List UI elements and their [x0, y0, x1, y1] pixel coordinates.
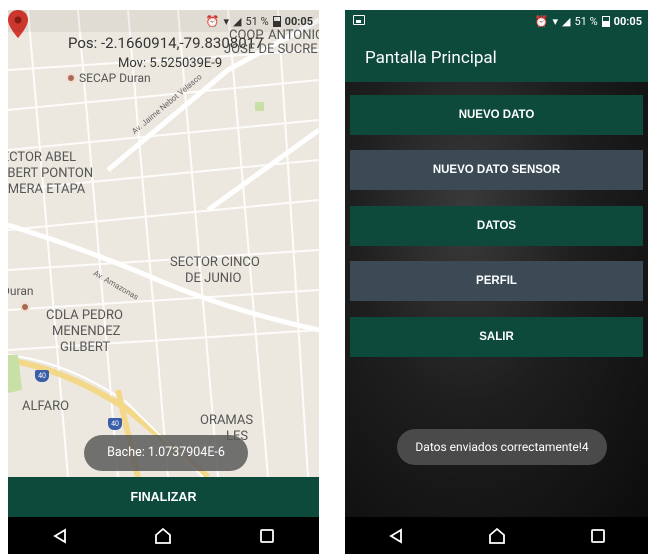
- map-label-sector-abel-1: SECTOR ABEL: [8, 150, 77, 165]
- home-icon[interactable]: [143, 521, 183, 551]
- alarm-icon: ⏰: [534, 14, 549, 28]
- map-label-cdla-3: GILBERT: [60, 340, 111, 355]
- back-icon[interactable]: [376, 521, 416, 551]
- map-label-sector-abel-3: PRIMERA ETAPA: [8, 182, 86, 197]
- battery-percent: 51 %: [245, 14, 269, 28]
- recents-icon[interactable]: [578, 521, 618, 551]
- poi-icon: [66, 73, 76, 83]
- map-label-sector-cinco-1: SECTOR CINCO: [170, 255, 260, 270]
- image-notification-icon: [353, 15, 365, 25]
- app-bar: Pantalla Principal: [345, 32, 648, 82]
- signal-icon: ◢: [233, 14, 242, 28]
- alarm-icon: ⏰: [205, 14, 220, 28]
- wifi-icon: ▾: [552, 14, 559, 28]
- status-bar: ⏰ ▾ ◢ 51 % 00:05: [345, 10, 648, 32]
- status-bar: ⏰ ▾ ◢ 51 % 00:05: [8, 10, 319, 32]
- poi-icon: [20, 302, 30, 312]
- data-button[interactable]: DATOS: [350, 206, 643, 246]
- map-label-cdla-1: CDLA PEDRO: [46, 308, 123, 323]
- map-view[interactable]: COOP. ANTONIO Pos: -2.1660914,-79.830801…: [8, 10, 319, 477]
- clock: 00:05: [613, 14, 642, 28]
- navigation-bar: [345, 517, 648, 554]
- highway-shield-icon: 40: [35, 370, 49, 382]
- map-label-jose: JOSE DE SUCRE: [224, 42, 318, 57]
- wifi-icon: ▾: [223, 14, 230, 28]
- profile-button[interactable]: PERFIL: [350, 261, 643, 301]
- home-icon[interactable]: [477, 521, 517, 551]
- map-screen: COOP. ANTONIO Pos: -2.1660914,-79.830801…: [8, 10, 319, 554]
- map-label-alfaro: ALFARO: [22, 399, 70, 414]
- new-data-button[interactable]: NUEVO DATO: [350, 95, 643, 135]
- page-title: Pantalla Principal: [365, 48, 497, 68]
- battery-icon: [272, 15, 281, 27]
- recents-icon[interactable]: [247, 521, 287, 551]
- toast-message: Datos enviados correctamente!4: [397, 429, 607, 465]
- map-label-duran: Duran: [8, 284, 34, 298]
- map-label-sector-cinco-2: DE JUNIO: [185, 271, 242, 286]
- highway-shield-icon: 40: [108, 418, 122, 430]
- back-icon[interactable]: [40, 521, 80, 551]
- new-sensor-data-button[interactable]: NUEVO DATO SENSOR: [350, 150, 643, 190]
- movement-readout: Mov: 5.525039E-9: [118, 56, 223, 71]
- battery-percent: 51 %: [574, 14, 598, 28]
- navigation-bar: [8, 517, 319, 554]
- battery-icon: [601, 15, 610, 27]
- finalize-button[interactable]: FINALIZAR: [8, 477, 319, 517]
- map-label-sector-abel-2: GILBERT PONTON: [8, 166, 94, 181]
- main-screen: ⏰ ▾ ◢ 51 % 00:05 Pantalla Principal NUEV…: [345, 10, 648, 554]
- toast-message: Bache: 1.0737904E-6: [84, 435, 248, 471]
- map-label-secap: SECAP Duran: [79, 71, 151, 85]
- exit-button[interactable]: SALIR: [350, 317, 643, 357]
- map-label-oramas: ORAMAS: [200, 413, 254, 428]
- clock: 00:05: [284, 14, 313, 28]
- signal-icon: ◢: [562, 14, 571, 28]
- map-label-cdla-2: MENENDEZ: [52, 324, 121, 339]
